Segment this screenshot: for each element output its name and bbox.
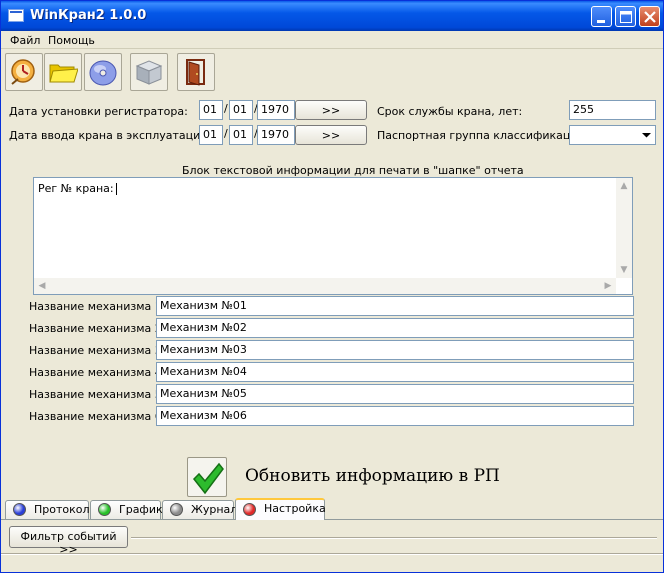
mechanism-5-label: Название механизма 5: [29,388,166,401]
bottom-divider [1,553,663,555]
mechanism-5-field[interactable]: Механизм №05 [156,384,634,404]
tab-label: График [119,503,163,516]
tab-status-dot-icon [170,503,183,516]
install-date-picker-button[interactable]: >> [295,100,367,120]
folder-icon [49,64,78,83]
commission-day-field[interactable]: 01 [199,125,223,145]
classification-group-label: Паспортная группа классификации: [377,129,589,142]
tab-settings[interactable]: Настройка [235,498,326,520]
memo-horizontal-scrollbar[interactable]: ◀ ▶ [34,278,616,294]
window-title: WinКран2 1.0.0 [30,8,147,23]
install-year-field[interactable]: 1970 [257,100,295,120]
mechanism-1-label: Название механизма 1: [29,300,166,313]
tab-label: Журнал [191,503,238,516]
commission-date-picker-button[interactable]: >> [295,125,367,145]
box-icon [135,60,163,85]
install-day-field[interactable]: 01 [199,100,223,120]
status-bar: Фильтр событий >> [1,523,663,556]
toolbar-button-clock[interactable] [5,53,43,91]
tab-label: Настройка [264,502,326,515]
service-life-field[interactable]: 255 [569,100,656,120]
install-date-label: Дата установки регистратора: [9,105,188,118]
event-filter-button[interactable]: Фильтр событий >> [9,526,128,556]
menu-help[interactable]: Помощь [48,34,95,47]
dropdown-button[interactable] [638,126,655,144]
toolbar-button-open[interactable] [44,53,82,91]
door-exit-icon [186,59,205,86]
scroll-left-icon[interactable]: ◀ [34,278,50,294]
maximize-button[interactable] [615,6,636,27]
header-text-memo[interactable]: Рег № крана: ▲ ▼ ◀ ▶ [33,177,633,295]
commission-year-field[interactable]: 1970 [257,125,295,145]
tab-status-dot-icon [98,503,111,516]
scroll-down-icon[interactable]: ▼ [616,262,632,278]
maximize-icon [620,11,632,23]
update-info-label: Обновить информацию в РП [245,466,500,486]
mechanism-2-label: Название механизма 2: [29,322,166,335]
memo-content: Рег № крана: [38,182,117,195]
tab-protocol[interactable]: Протокол [5,500,90,519]
menu-bar: Файл Помощь [1,31,663,49]
mechanism-6-field[interactable]: Механизм №06 [156,406,634,426]
checkmark-icon [192,462,224,495]
chevron-down-icon [642,133,651,138]
tab-chart[interactable]: График [90,500,163,519]
classification-group-select[interactable] [569,125,656,145]
menu-file[interactable]: Файл [10,34,40,47]
scroll-up-icon[interactable]: ▲ [616,178,632,194]
commission-date-label: Дата ввода крана в эксплуатацию: [9,129,214,142]
tab-status-dot-icon [243,503,256,516]
disc-icon [89,60,117,86]
app-icon [8,9,24,22]
tab-label: Протокол [34,503,90,516]
close-button[interactable] [639,6,660,27]
mechanism-1-field[interactable]: Механизм №01 [156,296,634,316]
text-caret [115,183,117,195]
mechanism-2-field[interactable]: Механизм №02 [156,318,634,338]
install-month-field[interactable]: 01 [229,100,253,120]
toolbar-button-box[interactable] [130,53,168,91]
app-window: WinКран2 1.0.0 Файл Помощь Дата установк… [0,0,664,573]
tab-strip: Протокол График Журнал Настройка [1,498,663,520]
close-icon [644,11,656,23]
minimize-button[interactable] [591,6,612,27]
status-divider [131,537,657,539]
clock-icon [11,59,35,85]
mechanism-6-label: Название механизма 6: [29,410,166,423]
tab-journal[interactable]: Журнал [162,500,238,519]
toolbar-button-exit[interactable] [177,53,215,91]
title-bar[interactable]: WinКран2 1.0.0 [1,1,663,31]
mechanism-4-field[interactable]: Механизм №04 [156,362,634,382]
service-life-label: Срок службы крана, лет: [377,105,523,118]
date-separator: / [224,127,228,140]
minimize-icon [597,20,605,23]
mechanism-3-label: Название механизма 3: [29,344,166,357]
memo-caption: Блок текстовой информации для печати в "… [182,164,524,177]
mechanism-3-field[interactable]: Механизм №03 [156,340,634,360]
mechanism-4-label: Название механизма 4: [29,366,166,379]
scroll-right-icon[interactable]: ▶ [600,278,616,294]
toolbar-button-disc[interactable] [84,53,122,91]
update-info-button[interactable] [187,457,227,497]
memo-vertical-scrollbar[interactable]: ▲ ▼ [616,178,632,278]
memo-text: Рег № крана: [38,182,114,195]
tab-status-dot-icon [13,503,26,516]
commission-month-field[interactable]: 01 [229,125,253,145]
date-separator: / [224,102,228,115]
